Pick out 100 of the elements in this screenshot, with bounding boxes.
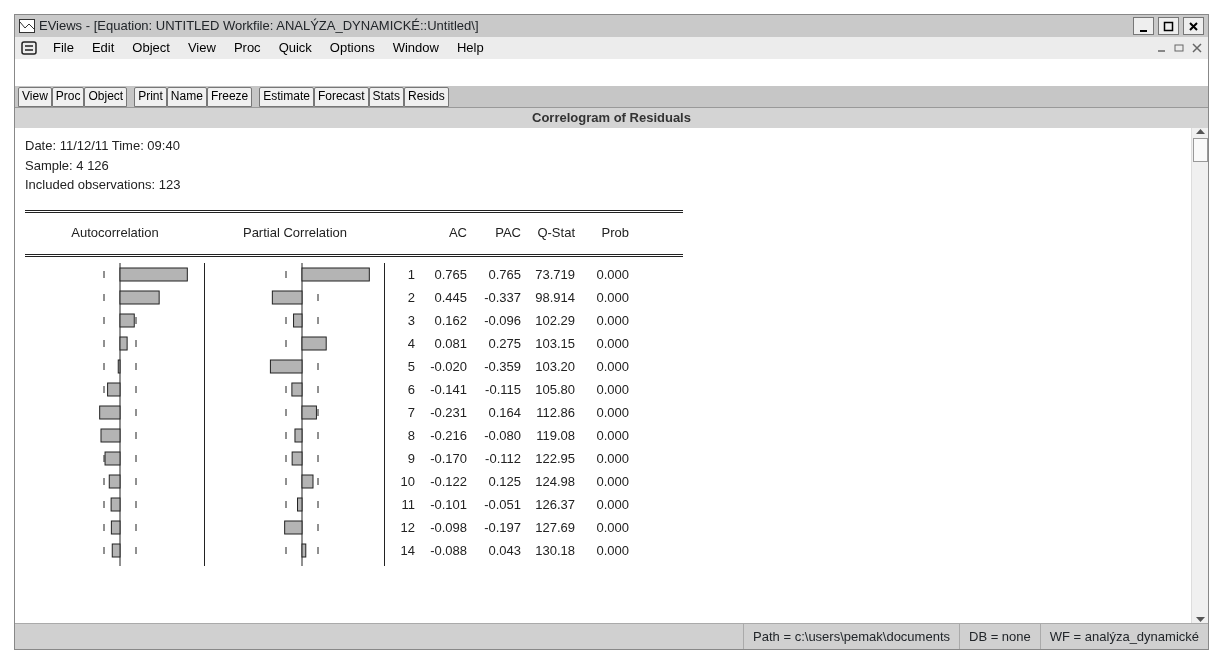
table-cell-text: 0.043 xyxy=(487,543,522,557)
confidence-tick xyxy=(317,500,319,508)
lag-cell-text: 6 xyxy=(406,382,415,396)
confidence-tick xyxy=(103,477,105,485)
status-field: DB = none xyxy=(959,624,1040,649)
lag-cell-text: 5 xyxy=(406,359,415,373)
confidence-tick xyxy=(103,362,105,370)
table-cell-text: 0.000 xyxy=(595,474,630,488)
table-cell-text: -0.098 xyxy=(429,520,468,534)
table-cell-text: 119.08 xyxy=(535,428,576,442)
toolbar-button[interactable]: Proc xyxy=(51,86,85,107)
toolbar-button[interactable]: Stats xyxy=(368,86,404,107)
table-cell-text: 127.69 xyxy=(534,520,576,534)
table-cell-text: 0.765 xyxy=(487,267,522,281)
confidence-tick xyxy=(135,431,137,439)
table-cell-text: 0.164 xyxy=(487,405,522,419)
confidence-tick xyxy=(103,546,105,554)
table-cell-text: -0.112 xyxy=(484,451,522,465)
table-cell-text: -0.359 xyxy=(483,359,522,373)
confidence-tick xyxy=(285,339,287,347)
table-cell-text: 105.80 xyxy=(534,382,576,396)
toolbar-button[interactable]: Freeze xyxy=(206,86,253,107)
menu-item[interactable]: Edit xyxy=(89,38,117,58)
table-cell-text: -0.170 xyxy=(429,451,468,465)
confidence-tick xyxy=(317,316,319,324)
confidence-tick xyxy=(317,408,319,416)
toolbar-button[interactable]: Estimate xyxy=(259,86,314,107)
menu-item[interactable]: Quick xyxy=(276,38,314,58)
view-title: Correlogram of Residuals xyxy=(15,108,1208,128)
confidence-tick xyxy=(317,546,319,554)
menu-item[interactable]: File xyxy=(51,38,76,58)
info-text: Date: 11/12/11 Time: 09:40 xyxy=(25,137,181,155)
toolbar-button[interactable]: Resids xyxy=(403,86,449,107)
table-cell-text: 112.86 xyxy=(535,405,576,419)
toolbar-button[interactable]: Name xyxy=(166,86,207,107)
table-cell-text: 0.000 xyxy=(595,428,630,442)
confidence-tick xyxy=(317,454,319,462)
info-text: Sample: 4 126 xyxy=(25,156,110,175)
table-cell-text: 0.275 xyxy=(487,336,522,350)
confidence-tick xyxy=(317,431,319,439)
table-cell-text: -0.096 xyxy=(483,313,522,327)
confidence-tick xyxy=(103,339,105,347)
toolbar-button[interactable]: Forecast xyxy=(313,86,369,107)
table-cell-text: 0.000 xyxy=(595,405,630,419)
confidence-tick xyxy=(103,270,105,278)
scrollbar-thumb[interactable] xyxy=(1192,138,1208,162)
app-logo-icon xyxy=(19,19,35,33)
lag-cell-text: 11 xyxy=(400,497,415,511)
table-cell-text: 124.98 xyxy=(534,474,576,488)
confidence-tick xyxy=(103,385,105,393)
close-icon[interactable] xyxy=(1188,21,1199,33)
confidence-tick xyxy=(285,385,287,393)
child-window-controls-icon xyxy=(1156,43,1202,53)
confidence-tick xyxy=(135,385,137,393)
confidence-tick xyxy=(135,454,137,462)
table-cell-text: -0.080 xyxy=(483,428,522,442)
table-cell-text: 98.914 xyxy=(534,290,576,304)
confidence-tick xyxy=(135,316,137,324)
table-cell-text: -0.122 xyxy=(429,474,468,488)
document-menu-icon xyxy=(21,41,37,55)
menu-item[interactable]: Help xyxy=(454,38,486,58)
table-cell-text: 0.000 xyxy=(595,497,630,511)
column-header: Prob xyxy=(600,224,630,243)
table-cell-text: 0.000 xyxy=(595,543,630,557)
menu-item[interactable]: Proc xyxy=(231,38,263,58)
menu-item[interactable]: Options xyxy=(327,38,377,58)
confidence-tick xyxy=(135,523,137,531)
confidence-tick xyxy=(285,408,287,416)
maximize-icon[interactable] xyxy=(1163,21,1174,33)
confidence-tick xyxy=(135,362,137,370)
menu-item[interactable]: View xyxy=(185,38,218,58)
table-cell-text: -0.115 xyxy=(484,382,522,396)
table-cell-text: 73.719 xyxy=(534,267,576,281)
confidence-tick xyxy=(103,523,105,531)
column-header: Autocorrelation xyxy=(70,224,160,243)
menu-item[interactable]: Object xyxy=(130,38,172,58)
status-field: Path = c:\users\pemak\documents xyxy=(743,624,959,649)
confidence-tick xyxy=(317,523,319,531)
toolbar-button[interactable]: Object xyxy=(84,86,128,107)
confidence-tick xyxy=(317,362,319,370)
table-cell-text: -0.051 xyxy=(483,497,522,511)
info-text: Included observations: 123 xyxy=(25,176,182,194)
table-cell-text: -0.197 xyxy=(483,520,522,534)
confidence-tick xyxy=(285,270,287,278)
confidence-tick xyxy=(285,546,287,554)
toolbar-button[interactable]: View xyxy=(18,86,52,107)
lag-cell-text: 7 xyxy=(406,405,415,419)
table-cell-text: 126.37 xyxy=(534,497,576,511)
lag-cell-text: 1 xyxy=(406,267,415,281)
confidence-tick xyxy=(103,500,105,508)
table-cell-text: 0.000 xyxy=(595,520,630,534)
confidence-tick xyxy=(135,477,137,485)
confidence-tick xyxy=(135,408,137,416)
confidence-tick xyxy=(317,477,319,485)
confidence-tick xyxy=(317,293,319,301)
toolbar-button[interactable]: Print xyxy=(134,86,167,107)
table-cell-text: 0.000 xyxy=(595,290,630,304)
menu-item[interactable]: Window xyxy=(390,38,441,58)
confidence-tick xyxy=(285,500,287,508)
confidence-tick xyxy=(103,293,105,301)
